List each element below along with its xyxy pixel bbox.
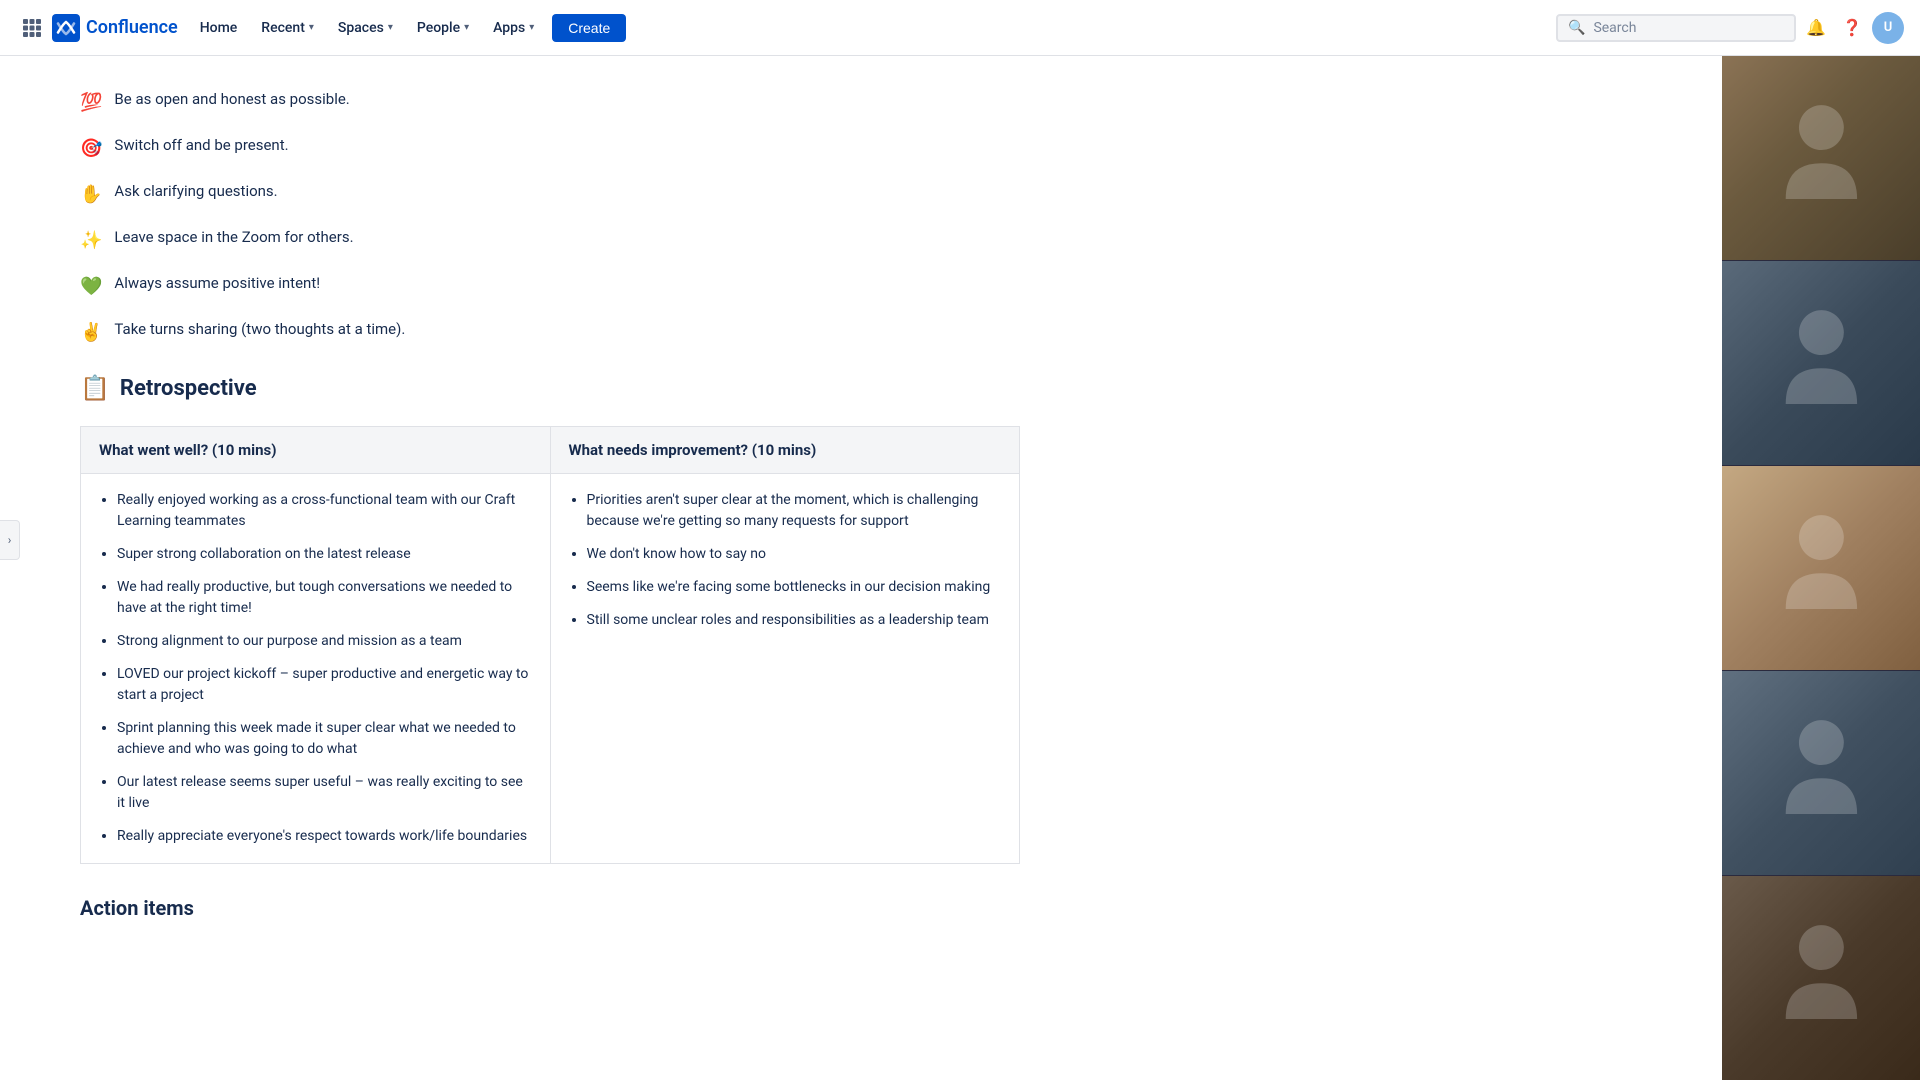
video-tile-2: [1722, 261, 1920, 466]
retrospective-table: What went well? (10 mins) What needs imp…: [80, 426, 1020, 864]
bullet-emoji-4: ✨: [80, 227, 102, 254]
bullet-item-3: ✋ Ask clarifying questions.: [80, 180, 1020, 208]
bullet-item-6: ✌️ Take turns sharing (two thoughts at a…: [80, 318, 1020, 346]
table-header-improvement: What needs improvement? (10 mins): [550, 427, 1020, 474]
bullet-item-5: 💚 Always assume positive intent!: [80, 272, 1020, 300]
list-item: Strong alignment to our purpose and miss…: [117, 631, 532, 652]
bullet-text-6: Take turns sharing (two thoughts at a ti…: [114, 318, 405, 341]
navbar: Confluence Home Recent ▾ Spaces ▾ People…: [0, 0, 1920, 56]
search-icon: 🔍: [1568, 20, 1585, 36]
apps-nav-item[interactable]: Apps ▾: [483, 16, 544, 40]
recent-nav-item[interactable]: Recent ▾: [251, 16, 324, 40]
spaces-chevron-icon: ▾: [388, 22, 393, 33]
retrospective-emoji: 📋: [80, 374, 110, 402]
home-nav-item[interactable]: Home: [190, 16, 248, 40]
recent-chevron-icon: ▾: [309, 22, 314, 33]
bullet-emoji-2: 🎯: [80, 135, 102, 162]
search-bar[interactable]: 🔍 Search: [1556, 14, 1796, 42]
list-item: Sprint planning this week made it super …: [117, 718, 532, 760]
video-feed-4: [1722, 671, 1920, 875]
bullet-text-3: Ask clarifying questions.: [114, 180, 277, 203]
video-panel: [1722, 56, 1920, 1080]
list-item: Really enjoyed working as a cross-functi…: [117, 490, 532, 532]
help-button[interactable]: ❓: [1836, 12, 1868, 44]
people-nav-item[interactable]: People ▾: [407, 16, 479, 40]
user-avatar[interactable]: U: [1872, 12, 1904, 44]
went-well-list: Really enjoyed working as a cross-functi…: [99, 490, 532, 847]
list-item: Still some unclear roles and responsibil…: [587, 610, 1002, 631]
bullet-emoji-5: 💚: [80, 273, 102, 300]
bullet-emoji-6: ✌️: [80, 319, 102, 346]
logo-text: Confluence: [86, 17, 178, 38]
table-cell-improvement: Priorities aren't super clear at the mom…: [550, 474, 1020, 864]
ground-rules-section: 💯 Be as open and honest as possible. 🎯 S…: [80, 88, 1020, 346]
bullet-item-4: ✨ Leave space in the Zoom for others.: [80, 226, 1020, 254]
list-item: Seems like we're facing some bottlenecks…: [587, 577, 1002, 598]
bullet-emoji-1: 💯: [80, 89, 102, 116]
bullet-text-1: Be as open and honest as possible.: [114, 88, 349, 111]
video-tile-3: [1722, 466, 1920, 671]
improvement-list: Priorities aren't super clear at the mom…: [569, 490, 1002, 631]
video-tile-5: [1722, 876, 1920, 1080]
list-item: Our latest release seems super useful – …: [117, 772, 532, 814]
video-feed-3: [1722, 466, 1920, 670]
retrospective-title: Retrospective: [120, 376, 257, 401]
create-button[interactable]: Create: [552, 14, 626, 42]
list-item: LOVED our project kickoff – super produc…: [117, 664, 532, 706]
notifications-button[interactable]: 🔔: [1800, 12, 1832, 44]
video-tile-4: [1722, 671, 1920, 876]
bullet-emoji-3: ✋: [80, 181, 102, 208]
table-header-went-well: What went well? (10 mins): [81, 427, 551, 474]
app-switcher-button[interactable]: [16, 12, 48, 44]
main-content: 💯 Be as open and honest as possible. 🎯 S…: [0, 56, 1100, 960]
spaces-nav-item[interactable]: Spaces ▾: [328, 16, 403, 40]
video-feed-1: [1722, 56, 1920, 260]
bullet-item-2: 🎯 Switch off and be present.: [80, 134, 1020, 162]
bullet-text-4: Leave space in the Zoom for others.: [114, 226, 353, 249]
retrospective-heading: 📋 Retrospective: [80, 374, 1020, 402]
people-chevron-icon: ▾: [464, 22, 469, 33]
search-placeholder: Search: [1593, 20, 1636, 36]
video-feed-2: [1722, 261, 1920, 465]
list-item: Priorities aren't super clear at the mom…: [587, 490, 1002, 532]
list-item: Really appreciate everyone's respect tow…: [117, 826, 532, 847]
bullet-item-1: 💯 Be as open and honest as possible.: [80, 88, 1020, 116]
sidebar-toggle-button[interactable]: ›: [0, 520, 20, 560]
bullet-text-5: Always assume positive intent!: [114, 272, 320, 295]
list-item: Super strong collaboration on the latest…: [117, 544, 532, 565]
table-cell-went-well: Really enjoyed working as a cross-functi…: [81, 474, 551, 864]
list-item: We don't know how to say no: [587, 544, 1002, 565]
apps-chevron-icon: ▾: [529, 22, 534, 33]
video-tile-1: [1722, 56, 1920, 261]
action-items-heading: Action items: [80, 896, 1020, 920]
video-feed-5: [1722, 876, 1920, 1080]
bullet-text-2: Switch off and be present.: [114, 134, 288, 157]
list-item: We had really productive, but tough conv…: [117, 577, 532, 619]
confluence-logo[interactable]: Confluence: [52, 14, 178, 42]
